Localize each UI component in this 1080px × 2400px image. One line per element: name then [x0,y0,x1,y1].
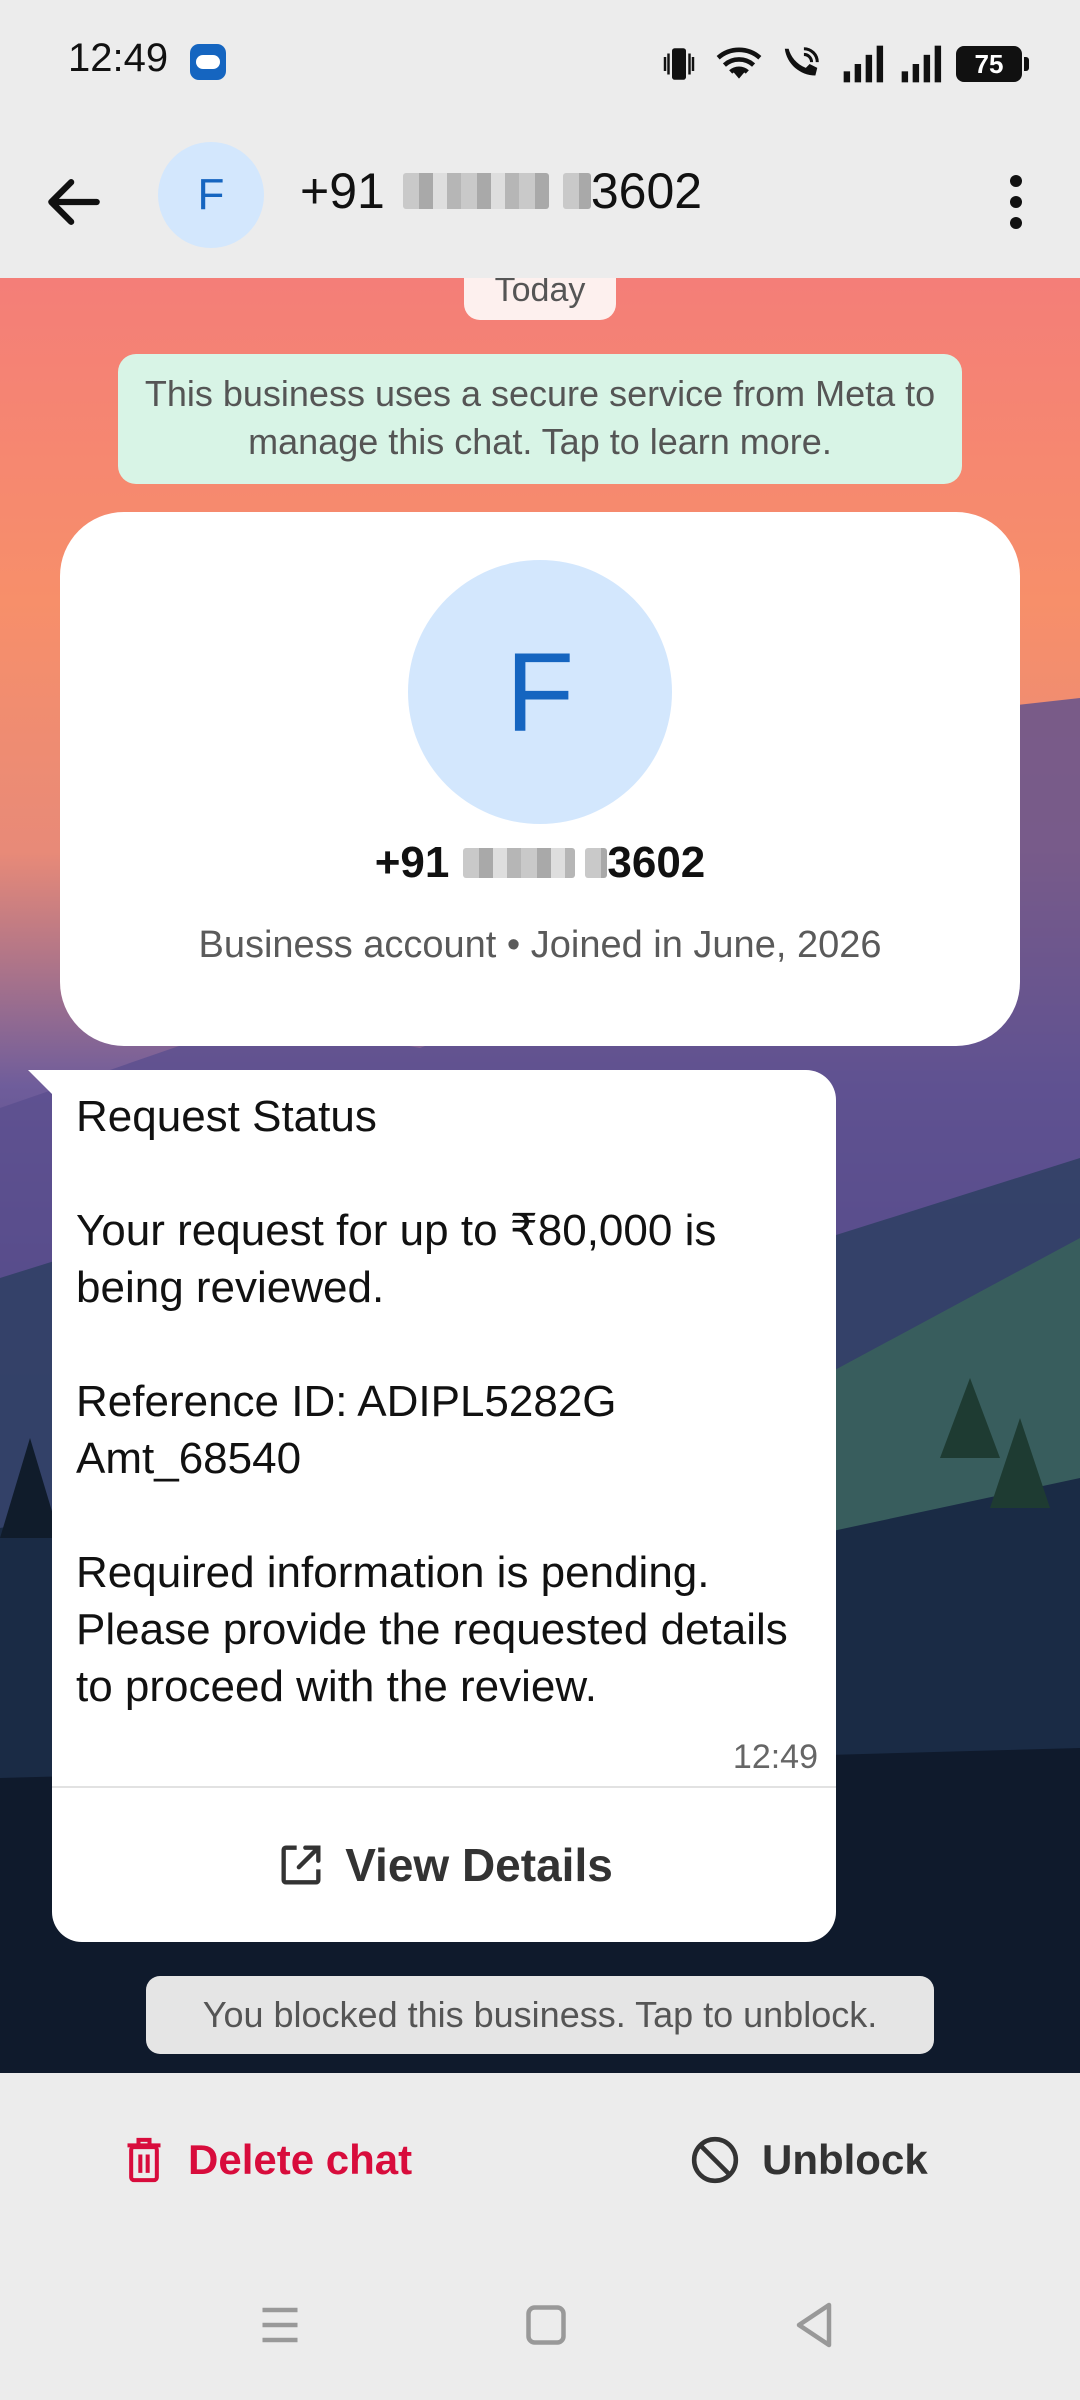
status-icons: 75 [658,40,1029,88]
signal-icon-2 [901,45,942,83]
avatar[interactable]: F [158,142,264,248]
message-line: Required information is pending. Please … [76,1548,788,1711]
business-phone-prefix: +91 [374,838,450,887]
business-avatar-letter: F [505,629,575,755]
view-details-label: View Details [345,1839,613,1891]
more-options-icon[interactable] [980,166,1052,238]
unblock-label: Unblock [762,2136,928,2183]
chat-area[interactable]: Today This business uses a secure servic… [0,278,1080,2073]
redacted-digit [562,173,591,209]
recents-menu-icon[interactable] [250,2295,310,2355]
business-subtitle: Business account • Joined in June, 2026 [198,924,882,966]
status-time: 12:49 [68,36,169,80]
avatar-letter: F [197,170,225,219]
message-line: Reference ID: ADIPL5282G Amt_68540 [76,1377,617,1483]
trash-icon [127,2137,161,2183]
battery-level: 75 [974,48,1004,79]
wifi-icon [716,47,762,79]
meta-notice[interactable]: This business uses a secure service from… [118,354,962,484]
redacted-digit [585,848,608,878]
unblock-button[interactable]: Unblock [690,2123,928,2197]
open-external-icon [281,1845,321,1885]
delete-chat-button[interactable]: Delete chat [122,2123,412,2197]
business-profile-card[interactable]: F +91 3602 Business account • Joined in … [60,512,1020,1046]
business-phone-suffix: 3602 [607,838,706,887]
message-title: Request Status [76,1092,377,1141]
phone-suffix: 3602 [590,163,703,219]
system-nav-bar [0,2269,1080,2400]
delete-chat-label: Delete chat [188,2136,413,2183]
business-avatar: F [408,560,672,824]
date-label-text: Today [494,278,586,309]
phone-prefix: +91 [300,163,385,219]
block-icon [691,2136,739,2184]
back-arrow-icon[interactable] [40,168,108,236]
status-bar: 12:49 75 [0,0,1080,126]
blocked-notice[interactable]: You blocked this business. Tap to unbloc… [146,1976,934,2054]
contact-title[interactable]: +91 3602 [300,162,702,220]
business-phone: +91 3602 [60,838,1020,888]
message-line: Your request for up to ₹80,000 is being … [76,1206,717,1312]
vibrate-icon [663,48,695,80]
battery-icon: 75 [956,46,1029,82]
message-timestamp: 12:49 [732,1738,818,1776]
signal-icon [843,45,884,83]
redacted-digits [463,848,576,878]
redacted-digits [402,173,549,209]
home-square-icon[interactable] [516,2295,576,2355]
bottom-actions: Delete chat Unblock [0,2073,1080,2269]
chat-header: F +91 3602 [0,126,1080,278]
app-notification-icon [190,44,226,80]
message-text: Request Status Your request for up to ₹8… [76,1088,816,1715]
back-triangle-icon[interactable] [784,2295,844,2355]
wifi-calling-icon [784,47,819,76]
date-label: Today [464,278,616,320]
view-details-button[interactable]: View Details [52,1788,836,1942]
incoming-message[interactable]: Request Status Your request for up to ₹8… [52,1070,836,1942]
